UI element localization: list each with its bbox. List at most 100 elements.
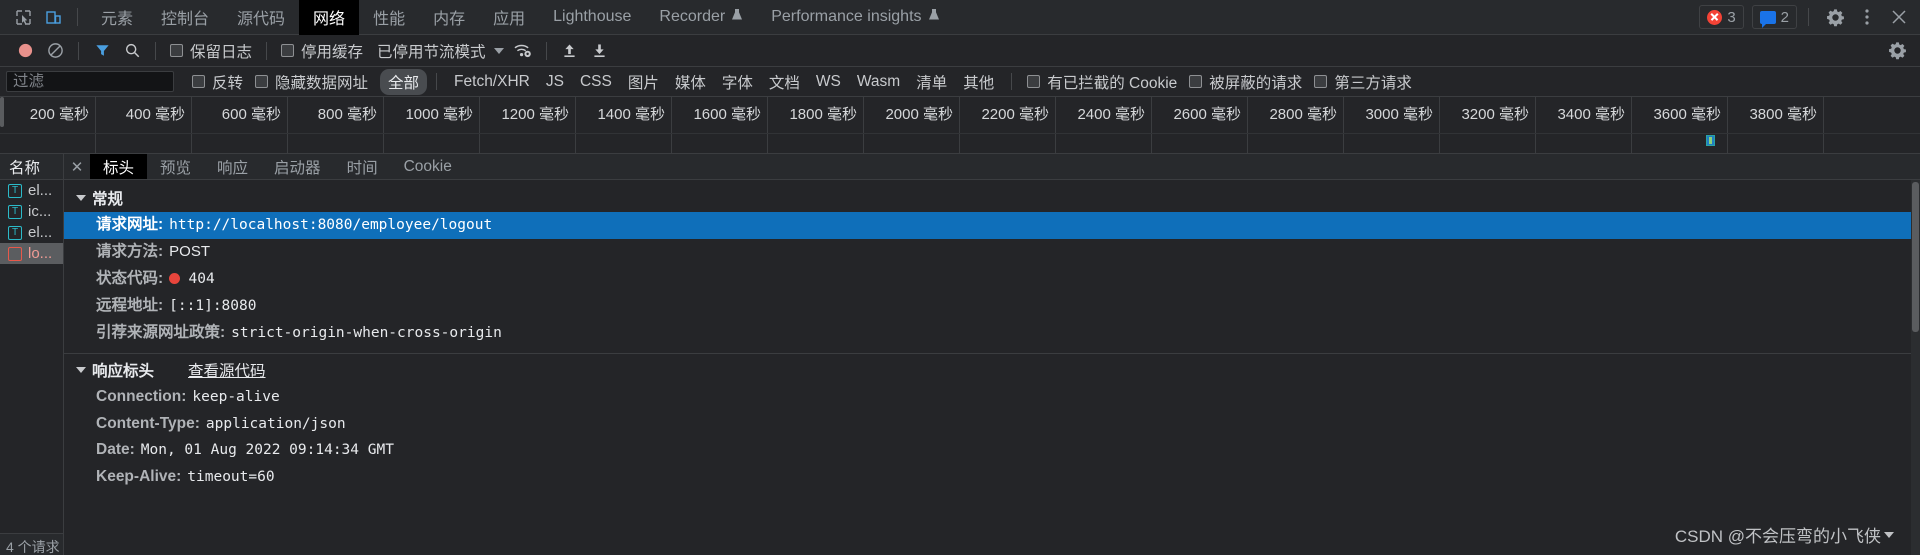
tab-performance[interactable]: 性能 — [359, 0, 419, 35]
tab-application[interactable]: 应用 — [479, 0, 539, 35]
gear-icon[interactable] — [1882, 38, 1912, 64]
disable-cache-checkbox[interactable]: 停用缓存 — [275, 40, 369, 62]
header-row-date[interactable]: Date: Mon, 01 Aug 2022 09:14:34 GMT — [64, 437, 1920, 464]
tab-network[interactable]: 网络 — [299, 0, 359, 35]
header-row-referrer-policy[interactable]: 引荐来源网址政策: strict-origin-when-cross-origi… — [64, 320, 1920, 347]
toolbar-divider — [155, 42, 156, 60]
header-key: 状态代码: — [96, 269, 163, 290]
type-filter-wasm[interactable]: Wasm — [849, 71, 908, 93]
tab-label: 元素 — [101, 5, 133, 29]
device-toolbar-icon[interactable] — [38, 3, 68, 31]
cursor-inspect-icon[interactable] — [8, 3, 38, 31]
network-filter-bar: 反转 隐藏数据网址 全部 Fetch/XHR JS CSS 图片 媒体 字体 文… — [0, 67, 1920, 97]
header-row-request-url[interactable]: 请求网址: http://localhost:8080/employee/log… — [64, 212, 1920, 239]
filter-input[interactable] — [6, 71, 174, 92]
tab-memory[interactable]: 内存 — [419, 0, 479, 35]
blocked-requests-checkbox[interactable]: 被屏蔽的请求 — [1183, 71, 1308, 93]
section-divider — [64, 353, 1920, 354]
request-list-column-header[interactable]: 名称 — [0, 154, 63, 180]
type-filter-all[interactable]: 全部 — [380, 69, 427, 95]
header-row-request-method[interactable]: 请求方法: POST — [64, 239, 1920, 266]
tab-timing[interactable]: 时间 — [334, 154, 391, 179]
request-count-status: 4 个请求 — [0, 533, 63, 555]
detail-vertical-scrollbar[interactable] — [1911, 180, 1920, 555]
request-row-1[interactable]: T el... — [0, 180, 63, 201]
tab-preview[interactable]: 预览 — [147, 154, 204, 179]
request-row-3[interactable]: T el... — [0, 222, 63, 243]
hide-data-urls-label: 隐藏数据网址 — [275, 71, 368, 93]
kebab-menu-icon[interactable] — [1852, 3, 1882, 31]
request-row-2[interactable]: T ic... — [0, 201, 63, 222]
header-value: http://localhost:8080/employee/logout — [169, 216, 492, 236]
gear-icon[interactable] — [1820, 3, 1850, 31]
type-filter-other[interactable]: 其他 — [955, 69, 1002, 95]
error-count-badge[interactable]: 3 — [1699, 5, 1743, 29]
record-button-icon[interactable] — [10, 38, 40, 64]
invert-label: 反转 — [212, 71, 243, 93]
network-overview-timeline[interactable]: 200 毫秒400 毫秒600 毫秒800 毫秒1000 毫秒1200 毫秒14… — [0, 97, 1920, 154]
error-count: 3 — [1727, 9, 1735, 26]
header-row-keep-alive[interactable]: Keep-Alive: timeout=60 — [64, 464, 1920, 491]
view-source-link[interactable]: 查看源代码 — [188, 359, 266, 381]
tab-performance-insights[interactable]: Performance insights — [757, 0, 953, 35]
tab-recorder[interactable]: Recorder — [645, 0, 757, 35]
tab-lighthouse[interactable]: Lighthouse — [539, 0, 645, 35]
tab-cookies[interactable]: Cookie — [391, 154, 465, 179]
type-filter-doc[interactable]: 文档 — [761, 69, 808, 95]
tab-initiator[interactable]: 启动器 — [261, 154, 334, 179]
type-filter-manifest[interactable]: 清单 — [908, 69, 955, 95]
hide-data-urls-checkbox[interactable]: 隐藏数据网址 — [249, 71, 374, 93]
overview-request-bar[interactable] — [1706, 135, 1715, 146]
toolbar-divider — [1808, 8, 1809, 26]
download-arrow-icon[interactable] — [585, 38, 615, 64]
header-row-remote-address[interactable]: 远程地址: [::1]:8080 — [64, 293, 1920, 320]
type-filter-js[interactable]: JS — [538, 71, 572, 93]
preserve-log-checkbox[interactable]: 保留日志 — [164, 40, 258, 62]
scrollbar-thumb[interactable] — [1912, 182, 1919, 332]
type-filter-media[interactable]: 媒体 — [667, 69, 714, 95]
toolbar-divider — [266, 42, 267, 60]
search-icon[interactable] — [117, 38, 147, 64]
third-party-checkbox[interactable]: 第三方请求 — [1308, 71, 1418, 93]
section-title: 常规 — [92, 187, 123, 209]
message-count: 2 — [1781, 9, 1789, 26]
error-icon — [1707, 10, 1722, 25]
tab-console[interactable]: 控制台 — [147, 0, 223, 35]
chevron-down-icon — [76, 195, 86, 201]
close-icon[interactable] — [1884, 3, 1914, 31]
response-headers-section-header[interactable]: 响应标头 查看源代码 — [64, 356, 1920, 384]
type-filter-ws[interactable]: WS — [808, 71, 849, 93]
section-title: 响应标头 — [92, 359, 154, 381]
header-row-status-code[interactable]: 状态代码: 404 — [64, 266, 1920, 293]
type-filter-img[interactable]: 图片 — [620, 69, 667, 95]
tab-label: 性能 — [373, 5, 405, 29]
tab-response[interactable]: 响应 — [204, 154, 261, 179]
type-filter-css[interactable]: CSS — [572, 71, 620, 93]
tab-elements[interactable]: 元素 — [87, 0, 147, 35]
type-filter-font[interactable]: 字体 — [714, 69, 761, 95]
watermark-text: CSDN @不会压弯的小飞侠 — [1675, 522, 1881, 547]
message-count-badge[interactable]: 2 — [1752, 5, 1797, 29]
tab-headers[interactable]: 标头 — [90, 154, 147, 179]
tab-sources[interactable]: 源代码 — [223, 0, 299, 35]
header-value: timeout=60 — [187, 468, 274, 488]
watermark: CSDN @不会压弯的小飞侠 — [1675, 522, 1894, 547]
chevron-down-icon — [1884, 532, 1894, 538]
type-filter-fetch-xhr[interactable]: Fetch/XHR — [446, 71, 538, 93]
general-section-header[interactable]: 常规 — [64, 184, 1920, 212]
toolbar-divider — [77, 8, 78, 26]
header-row-content-type[interactable]: Content-Type: application/json — [64, 411, 1920, 438]
header-value: POST — [169, 242, 210, 262]
throttling-dropdown[interactable]: 已停用节流模式 — [369, 40, 508, 62]
close-icon[interactable]: ✕ — [64, 154, 90, 179]
header-row-connection[interactable]: Connection: keep-alive — [64, 384, 1920, 411]
blocked-cookies-checkbox[interactable]: 有已拦截的 Cookie — [1021, 71, 1183, 93]
checkbox-box — [255, 75, 268, 88]
upload-arrow-icon[interactable] — [555, 38, 585, 64]
funnel-filter-icon[interactable] — [87, 38, 117, 64]
clear-icon[interactable] — [40, 38, 70, 64]
wifi-settings-icon[interactable] — [508, 38, 538, 64]
document-icon: T — [8, 184, 22, 198]
request-row-4-selected[interactable]: lo... — [0, 243, 63, 264]
invert-filter-checkbox[interactable]: 反转 — [186, 71, 249, 93]
